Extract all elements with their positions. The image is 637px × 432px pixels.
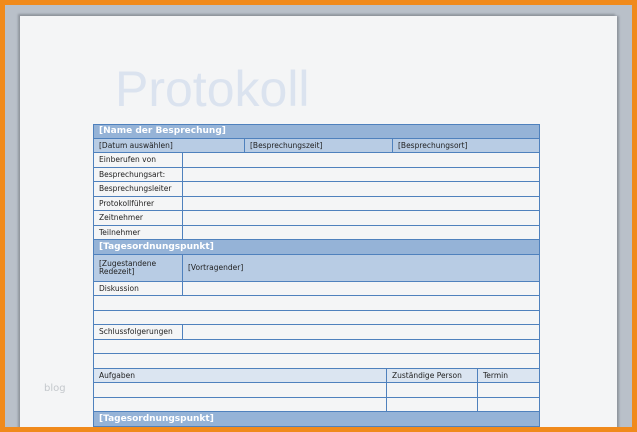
conclusions-row: Schlussfolgerungen [93, 325, 540, 340]
field-value[interactable] [183, 153, 539, 167]
blank-row[interactable] [93, 354, 540, 369]
field-row: Teilnehmer [93, 225, 540, 240]
field-value[interactable] [183, 197, 539, 211]
conclusions-value[interactable] [183, 325, 539, 339]
deadline-header: Termin [483, 370, 509, 380]
task-row [93, 397, 540, 412]
field-label: Teilnehmer [94, 225, 183, 239]
field-value[interactable] [183, 168, 539, 182]
agenda-item-row: [Tagesordnungspunkt] [93, 412, 540, 427]
task-cell[interactable] [94, 397, 387, 411]
blank-row[interactable] [93, 296, 540, 311]
field-label: Besprechungsleiter [94, 182, 183, 196]
meeting-name-field[interactable]: [Name der Besprechung] [94, 125, 231, 138]
field-value[interactable] [183, 226, 539, 240]
conclusions-label: Schlussfolgerungen [94, 325, 183, 339]
discussion-value[interactable] [183, 282, 539, 296]
field-label: Einberufen von [94, 153, 183, 167]
field-row: Besprechungsleiter [93, 182, 540, 197]
field-label: Protokollführer [94, 196, 183, 210]
tasks-header: Aufgaben [94, 368, 387, 382]
field-label: Zeitnehmer [94, 211, 183, 225]
task-row [93, 383, 540, 398]
meeting-name-row: [Name der Besprechung] [93, 124, 540, 139]
presenter-field[interactable]: [Vortragender] [183, 255, 539, 281]
location-field[interactable]: [Besprechungsort] [393, 139, 539, 153]
speaking-time-field[interactable]: [Zugestandene Redezeit] [94, 254, 183, 281]
field-value[interactable] [183, 211, 539, 225]
watermark: blog [44, 383, 66, 394]
task-cell[interactable] [94, 383, 387, 397]
field-value[interactable] [183, 182, 539, 196]
field-label: Besprechungsart: [94, 167, 183, 181]
responsible-cell[interactable] [387, 397, 478, 411]
date-picker[interactable]: [Datum auswählen] [94, 138, 245, 152]
tasks-header-row: Aufgaben Zuständige Person Termin [93, 368, 540, 383]
agenda-item-row: [Tagesordnungspunkt] [93, 240, 540, 255]
discussion-row: Diskussion [93, 281, 540, 296]
responsible-header: Zuständige Person [387, 368, 478, 382]
field-row: Besprechungsart: [93, 167, 540, 182]
discussion-label: Diskussion [94, 281, 183, 295]
field-row: Protokollführer [93, 196, 540, 211]
meeting-info-row: [Datum auswählen] [Besprechungszeit] [Be… [93, 138, 540, 153]
blank-row[interactable] [93, 310, 540, 325]
blank-row[interactable] [93, 339, 540, 354]
field-row: Einberufen von [93, 153, 540, 168]
time-field[interactable]: [Besprechungszeit] [245, 138, 393, 152]
field-row: Zeitnehmer [93, 211, 540, 226]
deadline-cell[interactable] [478, 383, 539, 397]
document-title: Protokoll [115, 61, 310, 117]
deadline-cell[interactable] [478, 398, 539, 412]
responsible-cell[interactable] [387, 383, 478, 397]
agenda-item-title[interactable]: [Tagesordnungspunkt] [94, 240, 219, 254]
agenda-item-title[interactable]: [Tagesordnungspunkt] [94, 412, 219, 426]
agenda-info-row: [Zugestandene Redezeit] [Vortragender] [93, 254, 540, 282]
minutes-table: [Name der Besprechung] [Datum auswählen]… [93, 124, 540, 427]
